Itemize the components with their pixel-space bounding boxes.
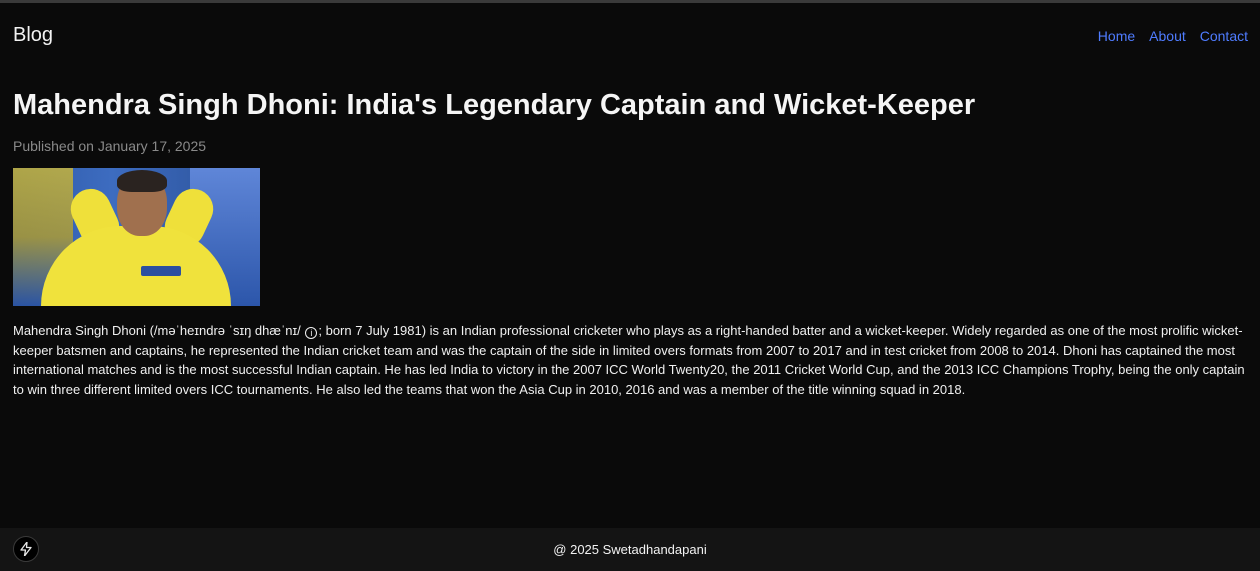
post-title: Mahendra Singh Dhoni: India's Legendary … xyxy=(13,89,976,121)
site-header: Blog Home About Contact xyxy=(0,3,1260,68)
post-article: Mahendra Singh Dhoni: India's Legendary … xyxy=(0,68,1260,528)
site-footer: @ 2025 Swetadhandapani xyxy=(0,528,1260,571)
pronunciation-info-icon[interactable]: i xyxy=(305,327,318,339)
post-published-date: Published on January 17, 2025 xyxy=(13,138,207,154)
nav-about-link[interactable]: About xyxy=(1149,28,1186,44)
hero-jersey-logo xyxy=(141,266,181,276)
lightning-bolt-glyph xyxy=(20,542,32,556)
footer-copyright: @ 2025 Swetadhandapani xyxy=(553,542,707,557)
site-brand[interactable]: Blog xyxy=(13,24,53,47)
nav-contact-link[interactable]: Contact xyxy=(1200,28,1248,44)
main-nav: Home About Contact xyxy=(1098,28,1248,44)
post-body-text-start: Mahendra Singh Dhoni (/məˈheɪndrə ˈsɪŋ d… xyxy=(13,323,305,338)
hero-hair xyxy=(117,170,167,192)
post-body: Mahendra Singh Dhoni (/məˈheɪndrə ˈsɪŋ d… xyxy=(13,321,1247,399)
lightning-bolt-icon[interactable] xyxy=(13,536,39,562)
nav-home-link[interactable]: Home xyxy=(1098,28,1135,44)
post-hero-image xyxy=(13,168,260,306)
